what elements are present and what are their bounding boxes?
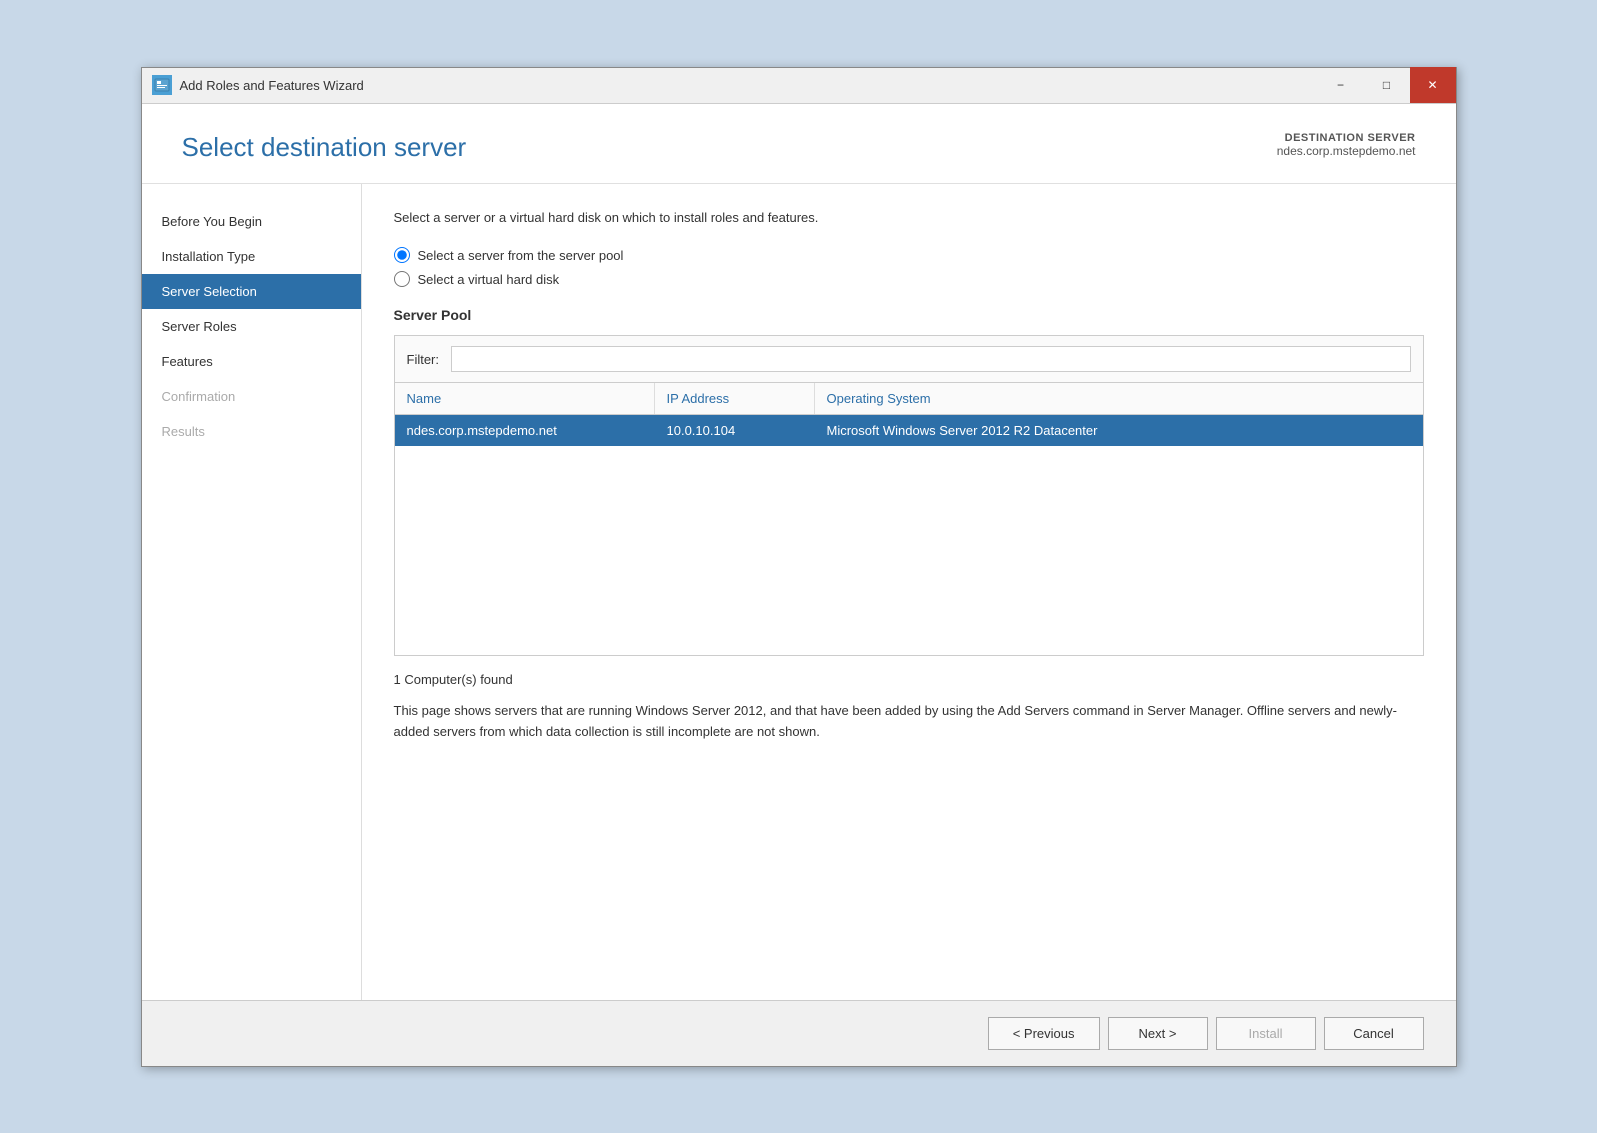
radio-option-server-pool[interactable]: Select a server from the server pool (394, 247, 1424, 263)
cell-server-ip: 10.0.10.104 (655, 415, 815, 446)
radio-vhd[interactable] (394, 271, 410, 287)
radio-server-pool-label: Select a server from the server pool (418, 248, 624, 263)
col-header-name: Name (395, 383, 655, 414)
maximize-button[interactable]: □ (1364, 67, 1410, 103)
window-title: Add Roles and Features Wizard (180, 78, 364, 93)
col-header-os: Operating System (815, 383, 1423, 414)
filter-row: Filter: (395, 336, 1423, 383)
next-button[interactable]: Next > (1108, 1017, 1208, 1050)
sidebar-item-results: Results (142, 414, 361, 449)
destination-label: DESTINATION SERVER (1277, 132, 1416, 144)
sidebar-item-installation-type[interactable]: Installation Type (142, 239, 361, 274)
page-title: Select destination server (182, 132, 467, 163)
minimize-button[interactable]: − (1318, 67, 1364, 103)
wizard-window: Add Roles and Features Wizard − □ ✕ Sele… (141, 67, 1457, 1067)
description-text: Select a server or a virtual hard disk o… (394, 208, 1424, 228)
right-panel: Select a server or a virtual hard disk o… (362, 184, 1456, 1000)
title-bar-left: Add Roles and Features Wizard (152, 75, 364, 95)
info-text: This page shows servers that are running… (394, 701, 1424, 743)
cancel-button[interactable]: Cancel (1324, 1017, 1424, 1050)
table-body: ndes.corp.mstepdemo.net 10.0.10.104 Micr… (395, 415, 1423, 655)
cell-server-name: ndes.corp.mstepdemo.net (395, 415, 655, 446)
main-content: Before You Begin Installation Type Serve… (142, 184, 1456, 1000)
footer: < Previous Next > Install Cancel (142, 1000, 1456, 1066)
filter-input[interactable] (451, 346, 1411, 372)
filter-label: Filter: (407, 352, 440, 367)
section-title: Server Pool (394, 307, 1424, 323)
radio-vhd-label: Select a virtual hard disk (418, 272, 560, 287)
table-row[interactable]: ndes.corp.mstepdemo.net 10.0.10.104 Micr… (395, 415, 1423, 446)
sidebar-item-server-selection[interactable]: Server Selection (142, 274, 361, 309)
sidebar-item-before-you-begin[interactable]: Before You Begin (142, 204, 361, 239)
radio-server-pool[interactable] (394, 247, 410, 263)
destination-server-info: DESTINATION SERVER ndes.corp.mstepdemo.n… (1277, 132, 1416, 158)
sidebar-item-confirmation: Confirmation (142, 379, 361, 414)
computers-found: 1 Computer(s) found (394, 672, 1424, 687)
sidebar-item-server-roles[interactable]: Server Roles (142, 309, 361, 344)
server-pool-container: Filter: Name IP Address Operating System… (394, 335, 1424, 656)
title-bar: Add Roles and Features Wizard − □ ✕ (142, 68, 1456, 104)
close-button[interactable]: ✕ (1410, 67, 1456, 103)
title-bar-controls: − □ ✕ (1318, 67, 1456, 103)
cell-server-os: Microsoft Windows Server 2012 R2 Datacen… (815, 415, 1423, 446)
previous-button[interactable]: < Previous (988, 1017, 1100, 1050)
sidebar-item-features[interactable]: Features (142, 344, 361, 379)
radio-option-vhd[interactable]: Select a virtual hard disk (394, 271, 1424, 287)
radio-group: Select a server from the server pool Sel… (394, 247, 1424, 287)
col-header-ip: IP Address (655, 383, 815, 414)
wizard-icon (152, 75, 172, 95)
sidebar: Before You Begin Installation Type Serve… (142, 184, 362, 1000)
destination-server-name: ndes.corp.mstepdemo.net (1277, 144, 1416, 158)
table-header: Name IP Address Operating System (395, 383, 1423, 415)
header-section: Select destination server DESTINATION SE… (142, 104, 1456, 184)
install-button[interactable]: Install (1216, 1017, 1316, 1050)
